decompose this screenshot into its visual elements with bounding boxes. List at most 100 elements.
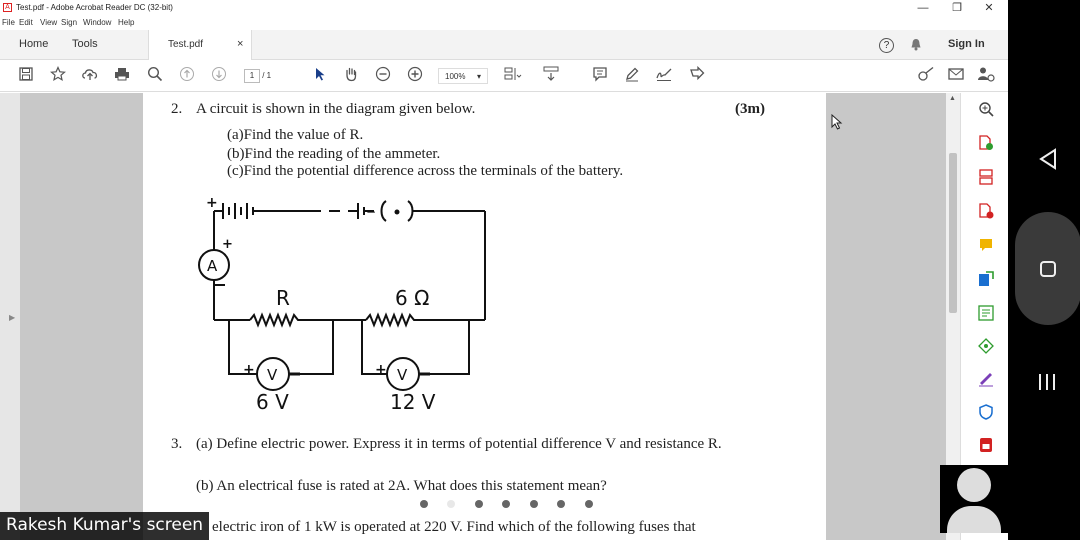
page-dot[interactable] (502, 500, 510, 508)
tab-tools[interactable]: Tools (72, 38, 98, 50)
menu-bar: File Edit View Sign Window Help (0, 16, 1008, 30)
navigation-pane[interactable]: ▶ (0, 93, 20, 540)
voltmeter-1-label: V (267, 366, 278, 384)
hand-tool-icon[interactable] (341, 66, 361, 86)
add-person-icon[interactable] (976, 66, 996, 86)
previous-page-icon[interactable] (177, 66, 197, 86)
close-window-button[interactable]: ✕ (974, 0, 1004, 16)
menu-file[interactable]: File (2, 18, 15, 27)
question-2-part-a: (a)Find the value of R. (227, 127, 364, 143)
search-icon[interactable] (145, 66, 165, 86)
chevron-down-icon: ▾ (477, 72, 482, 81)
print-icon[interactable] (112, 66, 132, 86)
organize-pages-icon[interactable] (977, 169, 995, 187)
bulb-dot (394, 209, 400, 215)
prepare-form-icon[interactable] (977, 437, 995, 455)
question-3-part-b: (b) An electrical fuse is rated at 2A. W… (196, 478, 607, 494)
menu-view[interactable]: View (40, 18, 57, 27)
comment-icon[interactable] (590, 66, 610, 86)
toolbar: 1 / 1 100% ▾ (0, 60, 1008, 92)
voltmeter-2-reading: 12 V (390, 390, 436, 414)
page-dot[interactable] (557, 500, 565, 508)
page-dot[interactable] (530, 500, 538, 508)
voltmeter-1-plus: + (243, 362, 255, 378)
page-indicator: 1 / 1 (244, 68, 284, 84)
create-pdf-icon[interactable] (977, 135, 995, 153)
upload-cloud-icon[interactable] (80, 66, 100, 86)
menu-edit[interactable]: Edit (19, 18, 33, 27)
question-3-part-c: electric iron of 1 kW is operated at 220… (212, 519, 696, 535)
zoom-level-value: 100% (445, 72, 466, 81)
circuit-diagram: + + − A R 6 Ω V V + + 6 V 12 V (198, 195, 486, 414)
page-dot[interactable] (585, 500, 593, 508)
comment-tool-icon[interactable] (977, 237, 995, 255)
page-total: / 1 (262, 71, 272, 80)
share-icon[interactable] (687, 65, 707, 86)
enhance-scans-icon[interactable] (977, 338, 995, 356)
protect-shield-icon[interactable] (977, 404, 995, 422)
question-2-part-b: (b)Find the reading of the ammeter. (227, 146, 441, 162)
tab-bar: Home Tools Test.pdf × ? Sign In (0, 30, 1008, 60)
question-3-number: 3. (171, 436, 183, 452)
next-page-icon[interactable] (209, 66, 229, 86)
zoom-level-select[interactable]: 100% ▾ (438, 68, 488, 84)
expand-pane-icon[interactable]: ▶ (9, 313, 15, 322)
zoom-in-icon[interactable] (405, 66, 425, 86)
resistor-r-label: R (276, 286, 290, 310)
page-layout-icon[interactable] (503, 66, 523, 86)
recent-apps-icon[interactable] (1039, 374, 1055, 390)
fill-and-sign-icon[interactable] (977, 371, 995, 389)
scroll-up-icon[interactable]: ▲ (949, 95, 956, 102)
ammeter-label: A (207, 257, 218, 275)
restore-button[interactable]: ❐ (942, 0, 972, 16)
page-dot[interactable] (420, 500, 428, 508)
help-icon[interactable]: ? (879, 38, 894, 53)
android-nav-bar (1008, 0, 1080, 540)
export-pdf-icon[interactable] (977, 271, 995, 289)
sign-in-button[interactable]: Sign In (948, 38, 985, 50)
tab-document[interactable]: Test.pdf × (148, 30, 252, 60)
tab-home[interactable]: Home (19, 38, 48, 50)
battery-plus-sign: + (206, 195, 218, 211)
notification-bell-icon[interactable] (910, 38, 922, 54)
menu-sign[interactable]: Sign (61, 18, 77, 27)
participant-avatar[interactable] (940, 465, 1008, 533)
highlight-pen-icon[interactable] (622, 66, 642, 86)
question-2-marks: (3m) (735, 101, 765, 117)
window-title: Test.pdf - Adobe Acrobat Reader DC (32-b… (16, 3, 173, 12)
select-cursor-icon[interactable] (310, 66, 330, 86)
home-square-icon (1040, 261, 1056, 277)
save-icon[interactable] (16, 66, 36, 86)
zoom-out-icon[interactable] (373, 66, 393, 86)
screen-share-label: Rakesh Kumar's screen (0, 512, 210, 540)
scrollbar-thumb[interactable] (949, 153, 957, 313)
scroll-mode-icon[interactable] (541, 66, 561, 86)
draw-signature-icon[interactable] (654, 66, 674, 86)
avatar-head (957, 468, 991, 502)
page-dot-active[interactable] (447, 500, 455, 508)
minimize-button[interactable]: — (908, 0, 938, 16)
back-triangle-icon[interactable] (1038, 148, 1058, 170)
fill-sign-icon[interactable] (916, 66, 936, 86)
scan-ocr-icon[interactable] (977, 305, 995, 323)
page-number-input[interactable]: 1 (244, 69, 260, 83)
question-2-text: A circuit is shown in the diagram given … (196, 101, 476, 117)
bookmark-star-icon[interactable] (48, 66, 68, 86)
title-bar: A Test.pdf - Adobe Acrobat Reader DC (32… (0, 0, 1008, 16)
ammeter-plus-sign: + (222, 237, 233, 252)
edit-pdf-icon[interactable] (977, 203, 995, 221)
email-icon[interactable] (946, 66, 966, 86)
resistor-6-ohm-label: 6 Ω (395, 286, 429, 310)
voltmeter-1-reading: 6 V (256, 390, 289, 414)
acrobat-window: A Test.pdf - Adobe Acrobat Reader DC (32… (0, 0, 1008, 540)
battery-minus-sign: − (366, 205, 376, 219)
avatar-body (947, 506, 1001, 533)
zoom-tool-icon[interactable] (977, 101, 995, 119)
menu-window[interactable]: Window (83, 18, 111, 27)
menu-help[interactable]: Help (118, 18, 134, 27)
tab-document-label: Test.pdf (168, 39, 204, 50)
page-dot[interactable] (475, 500, 483, 508)
close-tab-button[interactable]: × (237, 38, 243, 50)
question-2-number: 2. (171, 101, 183, 117)
home-button[interactable] (1015, 212, 1080, 325)
